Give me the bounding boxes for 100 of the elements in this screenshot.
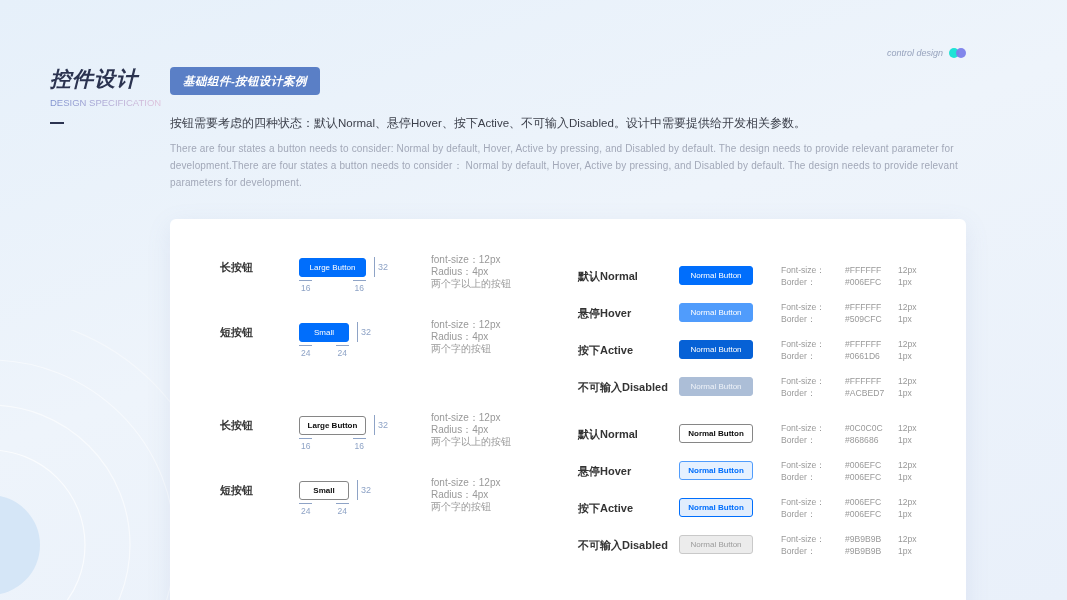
sample-button[interactable]: Normal Button — [679, 498, 753, 517]
spec-text: #006EFC — [845, 495, 883, 508]
padding-measure: 24 — [335, 503, 349, 516]
spec-text: #9B9B9B — [845, 532, 883, 545]
sample-button[interactable]: Normal Button — [679, 461, 753, 480]
spec-text: Font-size： — [781, 337, 827, 350]
spec-text: #FFFFFF — [845, 300, 883, 313]
spec-text: #FFFFFF — [845, 337, 883, 350]
padding-measure: 16 — [352, 438, 366, 451]
spec-text: Font-size： — [781, 532, 827, 545]
spec-text: #0661D6 — [845, 349, 881, 362]
spec-text: 1px — [898, 386, 913, 399]
spec-text: Border： — [781, 386, 817, 399]
spec-text: #509CFC — [845, 312, 883, 325]
spec-text: 两个字的按钮 — [431, 501, 492, 513]
sample-button[interactable]: Normal Button — [679, 303, 753, 322]
sample-button[interactable]: Large Button — [299, 415, 366, 435]
height-measure: 32 — [374, 415, 388, 435]
spec-text: 1px — [898, 544, 913, 557]
sample-button[interactable]: Normal Button — [679, 340, 753, 359]
padding-measure: 16 — [352, 280, 366, 293]
spec-text: Font-size： — [781, 495, 827, 508]
spec-text: Border： — [781, 349, 817, 362]
spec-text: 两个字以上的按钮 — [431, 436, 511, 448]
spec-text: 1px — [898, 433, 913, 446]
spec-text: #FFFFFF — [845, 374, 883, 387]
spec-text: Border： — [781, 507, 817, 520]
spec-text: 1px — [898, 312, 913, 325]
spec-text: Border： — [781, 470, 817, 483]
spec-text: Border： — [781, 312, 817, 325]
spec-text: #9B9B9B — [845, 544, 883, 557]
sample-button[interactable]: Small — [299, 480, 349, 500]
spec-text: Radius：4px — [431, 489, 490, 501]
padding-measure: 16 — [299, 438, 313, 451]
spec-text: 12px — [898, 532, 917, 545]
spec-text: 12px — [898, 374, 917, 387]
state-label: 不可输入Disabled — [578, 379, 669, 395]
dots-icon — [949, 48, 966, 58]
row-label: 短按钮 — [220, 325, 254, 340]
state-label: 默认Normal — [578, 268, 639, 284]
state-label: 按下Active — [578, 500, 635, 516]
row-label: 长按钮 — [220, 260, 254, 275]
section-badge: 基础组件-按钮设计案例 — [170, 67, 320, 95]
height-measure: 32 — [374, 257, 388, 277]
height-measure: 32 — [357, 322, 371, 342]
page-title: 控件设计 — [50, 67, 141, 91]
sample-button[interactable]: Large Button — [299, 257, 366, 277]
padding-measure: 24 — [299, 503, 313, 516]
state-label: 悬停Hover — [578, 305, 633, 321]
sample-button[interactable]: Normal Button — [679, 266, 753, 285]
spec-text: #006EFC — [845, 275, 883, 288]
spec-text: font-size：12px — [431, 477, 501, 489]
spec-text: 12px — [898, 495, 917, 508]
state-label: 悬停Hover — [578, 463, 633, 479]
spec-text: Font-size： — [781, 374, 827, 387]
spec-text: 12px — [898, 300, 917, 313]
padding-measure: 16 — [299, 280, 313, 293]
spec-text: Border： — [781, 275, 817, 288]
spec-text: Radius：4px — [431, 424, 490, 436]
spec-text: Border： — [781, 433, 817, 446]
spec-text: 12px — [898, 421, 917, 434]
state-label: 默认Normal — [578, 426, 639, 442]
intro-text: 按钮需要考虑的四种状态：默认Normal、悬停Hover、按下Active、不可输入Disabled。设计中需要提供给开发相关参数。 — [170, 116, 807, 131]
state-label: 不可输入Disabled — [578, 537, 669, 553]
state-label: 按下Active — [578, 342, 635, 358]
spec-text: 1px — [898, 275, 913, 288]
spec-text: Radius：4px — [431, 266, 490, 278]
padding-measure: 24 — [335, 345, 349, 358]
spec-text: #006EFC — [845, 458, 883, 471]
spec-text: 1px — [898, 349, 913, 362]
spec-text: Font-size： — [781, 263, 827, 276]
spec-text: 1px — [898, 507, 913, 520]
spec-text: #006EFC — [845, 470, 883, 483]
spec-text: Radius：4px — [431, 331, 490, 343]
spec-text: #FFFFFF — [845, 263, 883, 276]
spec-text: #006EFC — [845, 507, 883, 520]
spec-text: #0C0C0C — [845, 421, 884, 434]
spec-text: font-size：12px — [431, 254, 502, 266]
spec-text: Border： — [781, 544, 817, 557]
intro-translation: There are four states a button needs to consider: Normal by default, Hover, Active by pressing, and Disabled by default. The design needs to provide relevant parameter for development.There are four states a button needs to consider： Normal by default, Hover, Active by pressing, and Disabled by default. The design needs to provide relevant parameters for development. — [170, 142, 959, 190]
sample-button[interactable]: Normal Button — [679, 535, 753, 554]
spec-text: 两个字以上的按钮 — [431, 278, 511, 290]
spec-text: 1px — [898, 470, 913, 483]
spec-text: Font-size： — [781, 421, 827, 434]
spec-text: 12px — [898, 458, 917, 471]
spec-text: #868686 — [845, 433, 880, 446]
row-label: 短按钮 — [220, 483, 254, 498]
padding-measure: 24 — [299, 345, 313, 358]
row-label: 长按钮 — [220, 418, 254, 433]
spec-text: Font-size： — [781, 300, 827, 313]
spec-text: font-size：12px — [431, 319, 501, 331]
spec-text: Font-size： — [781, 458, 827, 471]
corner-label: control design — [886, 48, 943, 58]
sample-button[interactable]: Small — [299, 322, 349, 342]
spec-text: 12px — [898, 263, 917, 276]
spec-text: #ACBED7 — [845, 386, 886, 399]
spec-text: 两个字的按钮 — [431, 343, 492, 355]
height-measure: 32 — [357, 480, 371, 500]
sample-button[interactable]: Normal Button — [679, 424, 753, 443]
spec-text: font-size：12px — [431, 412, 502, 424]
